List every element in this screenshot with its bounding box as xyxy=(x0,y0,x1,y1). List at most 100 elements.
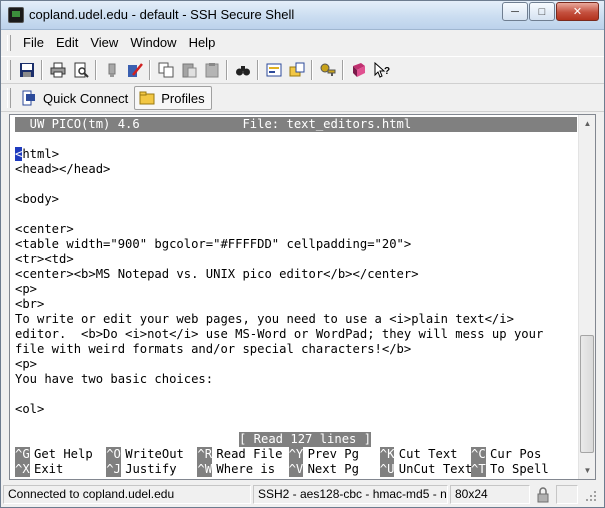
terminal-line: <br> xyxy=(15,297,45,311)
vertical-scrollbar[interactable]: ▲ ▼ xyxy=(578,115,595,479)
cipher-info: SSH2 - aes128-cbc - hmac-md5 - nc xyxy=(253,485,448,504)
menu-edit[interactable]: Edit xyxy=(50,34,84,52)
find-button[interactable] xyxy=(231,59,254,81)
toolbar-separator xyxy=(226,60,228,80)
terminal-line-text: html> xyxy=(22,147,60,161)
terminal-line: <head></head> xyxy=(15,162,111,176)
terminal-line: file with weird formats and/or special c… xyxy=(15,342,412,356)
shortcut-label: Cut Text xyxy=(398,447,458,461)
sftp-button[interactable] xyxy=(285,59,308,81)
terminal-line: <ol> xyxy=(15,402,45,416)
ssh-client-window: copland.udel.edu - default - SSH Secure … xyxy=(0,0,605,508)
terminal-line: You have two basic choices: xyxy=(15,372,214,386)
profiles-button[interactable]: Profiles xyxy=(134,86,212,110)
key-button[interactable] xyxy=(316,59,339,81)
title-bar[interactable]: copland.udel.edu - default - SSH Secure … xyxy=(1,1,604,30)
help-button[interactable] xyxy=(347,59,370,81)
settings-button[interactable] xyxy=(262,59,285,81)
settings-icon xyxy=(266,63,281,77)
quick-connect-label: Quick Connect xyxy=(43,90,129,106)
toolbar-separator xyxy=(95,60,97,80)
folder-icon xyxy=(139,91,155,105)
quick-connect-button[interactable]: Quick Connect xyxy=(17,86,134,110)
edit-profile-button[interactable] xyxy=(123,59,146,81)
quick-connect-bar: Quick Connect Profiles xyxy=(1,85,604,112)
save-icon xyxy=(19,63,34,77)
scroll-down-arrow-icon[interactable]: ▼ xyxy=(579,462,596,479)
menubar-grip[interactable] xyxy=(7,35,11,51)
shortcut-label: Prev Pg xyxy=(307,447,359,461)
shortcut-key: ^C xyxy=(471,447,486,462)
print-preview-icon xyxy=(74,62,89,78)
disconnect-icon xyxy=(108,63,115,77)
shortcut-key: ^U xyxy=(379,462,395,477)
terminal-app-icon xyxy=(8,7,24,23)
shortcut-label: Get Help xyxy=(34,447,93,461)
shortcut-key: ^W xyxy=(197,462,213,477)
shortcut-key: ^G xyxy=(15,447,30,462)
print-button[interactable] xyxy=(46,59,69,81)
paste-alt-icon xyxy=(205,63,218,78)
window-title: copland.udel.edu - default - SSH Secure … xyxy=(29,7,295,22)
whats-this-button[interactable]: ? xyxy=(370,59,393,81)
toolbar-separator xyxy=(311,60,313,80)
svg-text:?: ? xyxy=(384,66,390,77)
status-message: [ Read 127 lines ] xyxy=(239,432,372,447)
paste-button[interactable] xyxy=(177,59,200,81)
menu-bar: File Edit View Window Help xyxy=(1,32,604,54)
shortcut-label: UnCut Text xyxy=(398,462,473,476)
whats-this-icon: ? xyxy=(374,62,390,78)
terminal-frame: UW PICO(tm) 4.6 File: text_editors.html … xyxy=(9,114,596,480)
menu-file[interactable]: File xyxy=(17,34,50,52)
shortcut-label: WriteOut xyxy=(125,447,184,461)
toolbar-grip[interactable] xyxy=(7,60,11,80)
profiles-label: Profiles xyxy=(161,90,205,106)
shortcut-label: Cur Pos xyxy=(490,447,542,461)
quick-connect-icon xyxy=(22,90,35,106)
maximize-button[interactable]: □ xyxy=(529,2,555,21)
help-book-icon xyxy=(352,63,365,77)
menu-window[interactable]: Window xyxy=(124,34,182,52)
status-bar: Connected to copland.udel.edu SSH2 - aes… xyxy=(1,482,604,507)
shortcut-label: Where is xyxy=(216,462,276,476)
toolbar-separator xyxy=(149,60,151,80)
status-extra-panel xyxy=(556,485,578,504)
shortcut-key: ^V xyxy=(288,462,304,477)
terminal-line: <center> xyxy=(15,222,74,236)
copy-icon xyxy=(158,62,173,78)
terminal-line: <p> xyxy=(15,282,38,296)
scrollbar-thumb[interactable] xyxy=(580,335,594,453)
shortcut-key: ^K xyxy=(379,447,395,462)
key-icon xyxy=(320,63,335,76)
toolbar: ? xyxy=(1,56,604,84)
scroll-up-arrow-icon[interactable]: ▲ xyxy=(579,115,596,132)
resize-grip-icon[interactable] xyxy=(580,485,598,504)
sftp-icon xyxy=(289,62,304,77)
minimize-button[interactable]: ─ xyxy=(502,2,528,21)
quickbar-grip[interactable] xyxy=(7,88,11,108)
shortcut-key: ^J xyxy=(106,462,121,477)
terminal-line: <p> xyxy=(15,357,38,371)
terminal-screen[interactable]: UW PICO(tm) 4.6 File: text_editors.html … xyxy=(10,115,579,479)
disconnect-button[interactable] xyxy=(100,59,123,81)
copy-button[interactable] xyxy=(154,59,177,81)
shortcut-label: To Spell xyxy=(490,462,549,476)
menu-view[interactable]: View xyxy=(84,34,124,52)
paste-icon xyxy=(182,63,196,78)
shortcut-key: ^T xyxy=(471,462,486,477)
edit-profile-icon xyxy=(127,63,143,77)
encryption-lock-icon xyxy=(532,485,554,504)
toolbar-separator xyxy=(257,60,259,80)
save-button[interactable] xyxy=(15,59,38,81)
menu-help[interactable]: Help xyxy=(183,34,222,52)
window-controls: ─ □ ✕ xyxy=(501,2,599,21)
shortcut-key: ^O xyxy=(106,447,121,462)
terminal-line: To write or edit your web pages, you nee… xyxy=(15,312,514,326)
shortcut-label: Read File xyxy=(216,447,283,461)
paste-alt-button[interactable] xyxy=(200,59,223,81)
close-button[interactable]: ✕ xyxy=(556,2,599,21)
print-preview-button[interactable] xyxy=(69,59,92,81)
shortcut-key: ^Y xyxy=(288,447,304,462)
toolbar-separator xyxy=(41,60,43,80)
print-icon xyxy=(50,62,65,78)
